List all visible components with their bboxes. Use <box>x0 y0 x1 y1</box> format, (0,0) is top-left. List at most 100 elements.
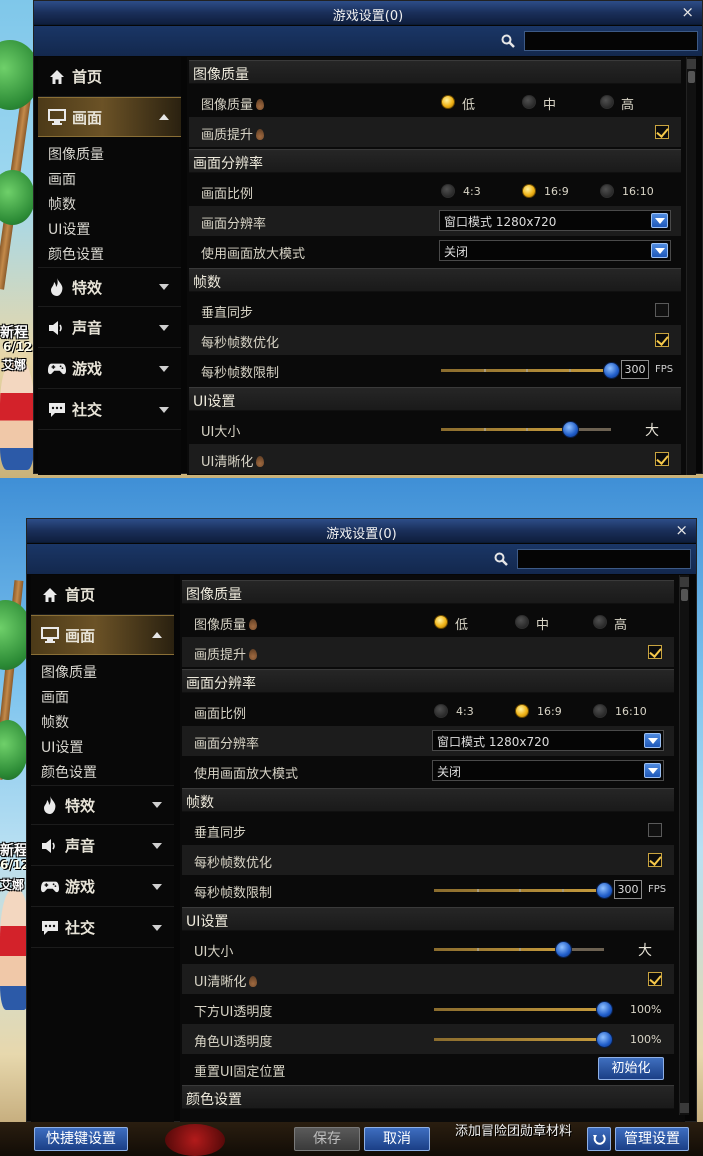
search-input[interactable] <box>524 31 698 51</box>
radio-quality-mid[interactable] <box>522 95 536 109</box>
content-scrollbar[interactable] <box>686 57 696 475</box>
slider-knob[interactable] <box>596 1001 613 1018</box>
radio-quality-high[interactable] <box>593 615 607 629</box>
nav-label-sound: 声音 <box>65 837 96 855</box>
bottom-ui-alpha-slider[interactable] <box>434 1001 613 1018</box>
nav-sub-screen[interactable]: 画面 <box>41 687 69 707</box>
fps-limit-slider[interactable] <box>434 882 613 899</box>
search-input[interactable] <box>517 549 691 569</box>
close-icon[interactable]: × <box>681 4 694 20</box>
content-scrollbar[interactable] <box>679 575 689 1115</box>
radio-ratio-16-9[interactable] <box>515 704 529 718</box>
radio-ratio-4-3[interactable] <box>434 704 448 718</box>
nav-item-home[interactable]: 首页 <box>38 57 181 97</box>
radio-ratio-16-10[interactable] <box>600 184 614 198</box>
slider-knob[interactable] <box>603 362 620 379</box>
scroll-down-arrow <box>680 1103 689 1113</box>
row-zoom-mode: 使用画面放大模式 关闭 <box>189 236 681 266</box>
nav-sub-ui[interactable]: UI设置 <box>41 737 83 757</box>
manage-settings-button[interactable]: 管理设置 <box>615 1127 689 1151</box>
shortcut-settings-button[interactable]: 快捷键设置 <box>34 1127 128 1151</box>
checkbox-fps-optimize[interactable] <box>655 333 669 347</box>
row-ui-size: UI大小 大 <box>182 934 674 964</box>
zoom-mode-select[interactable]: 关闭 <box>439 240 671 261</box>
fps-limit-value[interactable]: 300 <box>614 880 642 899</box>
row-quality-enhance: 画质提升 <box>182 637 674 667</box>
chevron-down-icon <box>152 802 162 808</box>
radio-ratio-16-9[interactable] <box>522 184 536 198</box>
nav-item-effects[interactable]: 特效 <box>38 267 181 307</box>
slider-knob[interactable] <box>555 941 573 958</box>
nav-item-sound[interactable]: 声音 <box>31 826 174 866</box>
checkbox-vsync[interactable] <box>655 303 669 317</box>
row-fps-limit: 每秒帧数限制 300 FPS <box>182 875 674 905</box>
checkbox-quality-enhance[interactable] <box>648 645 662 659</box>
row-label: 角色UI透明度 <box>194 1035 273 1050</box>
nav-sub-color[interactable]: 颜色设置 <box>41 762 97 782</box>
checkbox-quality-enhance[interactable] <box>655 125 669 139</box>
nav-item-display[interactable]: 画面 <box>31 615 174 655</box>
undo-icon[interactable] <box>587 1127 611 1151</box>
checkbox-fps-optimize[interactable] <box>648 853 662 867</box>
checkbox-ui-sharpen[interactable] <box>655 452 669 466</box>
side-label: 艾娜 <box>2 358 27 372</box>
slider-knob[interactable] <box>596 882 613 899</box>
nav-sub-color[interactable]: 颜色设置 <box>48 244 104 264</box>
row-ui-sharpen: UI清晰化 <box>182 964 674 994</box>
nav-item-effects[interactable]: 特效 <box>31 785 174 825</box>
nav-item-sound[interactable]: 声音 <box>38 308 181 348</box>
ui-size-value: 大 <box>645 423 659 439</box>
monitor-icon <box>41 626 59 644</box>
nav-item-social[interactable]: 社交 <box>38 390 181 430</box>
fps-limit-slider[interactable] <box>441 362 620 379</box>
radio-ratio-4-3[interactable] <box>441 184 455 198</box>
save-button[interactable]: 保存 <box>294 1127 360 1151</box>
resolution-select[interactable]: 窗口模式 1280x720 <box>439 210 671 231</box>
radio-quality-low[interactable] <box>441 95 455 109</box>
char-ui-alpha-slider[interactable] <box>434 1031 613 1048</box>
nav-item-display[interactable]: 画面 <box>38 97 181 137</box>
checkbox-vsync[interactable] <box>648 823 662 837</box>
nav-sub-fps[interactable]: 帧数 <box>41 712 69 732</box>
ui-size-value: 大 <box>638 943 652 959</box>
search-icon[interactable] <box>501 34 515 48</box>
nav-label-display: 画面 <box>72 108 103 127</box>
section-header-resolution: 画面分辨率 <box>182 669 674 693</box>
slider-knob[interactable] <box>562 421 580 438</box>
search-icon[interactable] <box>494 552 508 566</box>
zoom-mode-select[interactable]: 关闭 <box>432 760 664 781</box>
chevron-down-icon <box>159 324 169 331</box>
chevron-down-icon <box>159 365 169 372</box>
cancel-button[interactable]: 取消 <box>364 1127 430 1151</box>
resolution-select[interactable]: 窗口模式 1280x720 <box>432 730 664 751</box>
nav-item-game[interactable]: 游戏 <box>31 867 174 907</box>
checkbox-ui-sharpen[interactable] <box>648 972 662 986</box>
nav-item-home[interactable]: 首页 <box>31 575 174 615</box>
nav-sub-image-quality[interactable]: 图像质量 <box>48 144 104 164</box>
ui-size-slider[interactable] <box>434 941 604 958</box>
nav-sub-screen[interactable]: 画面 <box>48 169 76 189</box>
nav-sub-fps[interactable]: 帧数 <box>48 194 76 214</box>
nav-label-home: 首页 <box>72 68 103 86</box>
nav-item-game[interactable]: 游戏 <box>38 349 181 389</box>
window-titlebar[interactable]: 游戏设置(0) × <box>34 1 702 25</box>
nav-sub-image-quality[interactable]: 图像质量 <box>41 662 97 682</box>
row-label: 重置UI固定位置 <box>194 1065 286 1080</box>
nav-item-social[interactable]: 社交 <box>31 908 174 948</box>
close-icon[interactable]: × <box>675 522 688 538</box>
slider-knob[interactable] <box>596 1031 613 1048</box>
radio-quality-low[interactable] <box>434 615 448 629</box>
nav-sub-ui[interactable]: UI设置 <box>48 219 90 239</box>
window-titlebar[interactable]: 游戏设置(0) × <box>27 519 696 543</box>
radio-label: 16:10 <box>622 185 654 198</box>
hint-text: 添加冒险团勋章材料 <box>455 1124 573 1139</box>
scroll-thumb <box>688 71 695 83</box>
radio-ratio-16-10[interactable] <box>593 704 607 718</box>
row-zoom-mode: 使用画面放大模式 关闭 <box>182 756 674 786</box>
ui-size-slider[interactable] <box>441 421 611 438</box>
chevron-down-icon <box>152 842 162 849</box>
fps-limit-value[interactable]: 300 <box>621 360 649 379</box>
radio-quality-high[interactable] <box>600 95 614 109</box>
reset-ui-button[interactable]: 初始化 <box>598 1057 664 1080</box>
radio-quality-mid[interactable] <box>515 615 529 629</box>
